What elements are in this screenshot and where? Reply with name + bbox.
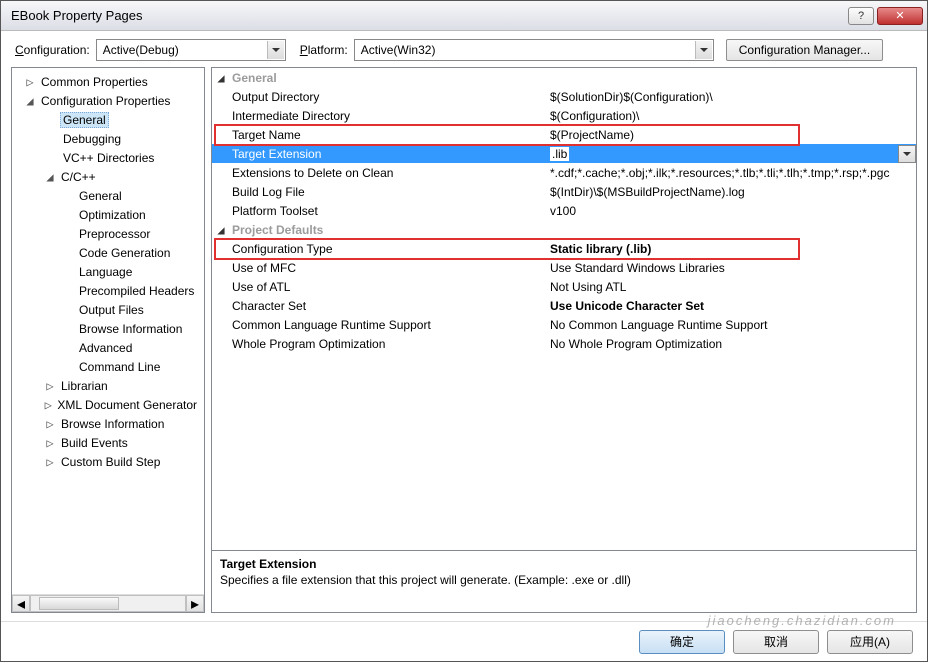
scroll-right-icon[interactable]: ▸ <box>186 595 204 612</box>
grid-row-character-set[interactable]: Character SetUse Unicode Character Set <box>212 296 916 315</box>
tree-item-browse-info[interactable]: Browse Information <box>12 319 204 338</box>
tree-item-advanced[interactable]: Advanced <box>12 338 204 357</box>
help-description: Specifies a file extension that this pro… <box>220 573 908 587</box>
chevron-down-icon <box>695 41 712 59</box>
grid-row-configuration-type[interactable]: Configuration TypeStatic library (.lib) <box>212 239 916 258</box>
tree[interactable]: ▷Common Properties ◢Configuration Proper… <box>12 68 204 594</box>
value-dropdown-button[interactable] <box>898 145 916 163</box>
tree-item-browse-info-top[interactable]: ▷Browse Information <box>12 414 204 433</box>
grid-category-project-defaults[interactable]: ◢Project Defaults <box>212 220 916 239</box>
expand-icon[interactable]: ▷ <box>44 455 56 469</box>
property-grid: ◢General Output Directory$(SolutionDir)$… <box>211 67 917 551</box>
tree-item-librarian[interactable]: ▷Librarian <box>12 376 204 395</box>
configuration-combo[interactable]: Active(Debug) <box>96 39 286 61</box>
tree-item-common-properties[interactable]: ▷Common Properties <box>12 72 204 91</box>
collapse-icon[interactable]: ◢ <box>24 94 36 108</box>
platform-value: Active(Win32) <box>361 43 436 57</box>
tree-item-configuration-properties[interactable]: ◢Configuration Properties <box>12 91 204 110</box>
collapse-icon[interactable]: ◢ <box>212 71 230 85</box>
expand-icon[interactable]: ▷ <box>44 436 56 450</box>
tree-item-general[interactable]: General <box>12 110 204 129</box>
grid-row-whole-prog-opt[interactable]: Whole Program OptimizationNo Whole Progr… <box>212 334 916 353</box>
expand-icon[interactable]: ▷ <box>44 398 52 412</box>
help-panel: Target Extension Specifies a file extens… <box>211 551 917 613</box>
right-pane: ◢General Output Directory$(SolutionDir)$… <box>211 67 917 613</box>
tree-pane: ▷Common Properties ◢Configuration Proper… <box>11 67 205 613</box>
tree-item-preprocessor[interactable]: Preprocessor <box>12 224 204 243</box>
apply-button[interactable]: 应用(A) <box>827 630 913 654</box>
platform-label: Platform: <box>300 43 348 57</box>
grid-category-general[interactable]: ◢General <box>212 68 916 87</box>
grid-row-build-log-file[interactable]: Build Log File$(IntDir)\$(MSBuildProject… <box>212 182 916 201</box>
window-buttons: ? ✕ <box>848 7 923 25</box>
chevron-down-icon <box>267 41 284 59</box>
configuration-label: CConfiguration:onfiguration: <box>15 43 90 57</box>
tree-item-code-generation[interactable]: Code Generation <box>12 243 204 262</box>
grid-row-output-directory[interactable]: Output Directory$(SolutionDir)$(Configur… <box>212 87 916 106</box>
grid-row-target-extension[interactable]: Target Extension.lib <box>212 144 916 163</box>
tree-item-debugging[interactable]: Debugging <box>12 129 204 148</box>
expand-icon[interactable]: ▷ <box>44 417 56 431</box>
expand-icon[interactable]: ▷ <box>24 75 36 89</box>
help-button[interactable]: ? <box>848 7 874 25</box>
scroll-left-icon[interactable]: ◂ <box>12 595 30 612</box>
configuration-value: Active(Debug) <box>103 43 179 57</box>
window-title: EBook Property Pages <box>11 8 143 23</box>
tree-item-custom-build-step[interactable]: ▷Custom Build Step <box>12 452 204 471</box>
tree-item-build-events[interactable]: ▷Build Events <box>12 433 204 452</box>
tree-horizontal-scrollbar[interactable]: ◂ ▸ <box>12 594 204 612</box>
tree-item-output-files[interactable]: Output Files <box>12 300 204 319</box>
grid-row-intermediate-directory[interactable]: Intermediate Directory$(Configuration)\ <box>212 106 916 125</box>
body: ▷Common Properties ◢Configuration Proper… <box>1 67 927 621</box>
configuration-manager-button[interactable]: Configuration Manager... <box>726 39 883 61</box>
target-extension-input[interactable]: .lib <box>550 147 569 161</box>
grid-row-platform-toolset[interactable]: Platform Toolsetv100 <box>212 201 916 220</box>
tree-item-ccpp[interactable]: ◢C/C++ <box>12 167 204 186</box>
grid-body: ◢General Output Directory$(SolutionDir)$… <box>212 68 916 550</box>
tree-item-ccpp-general[interactable]: General <box>12 186 204 205</box>
titlebar: EBook Property Pages ? ✕ <box>1 1 927 31</box>
close-button[interactable]: ✕ <box>877 7 923 25</box>
config-bar: CConfiguration:onfiguration: Active(Debu… <box>1 31 927 67</box>
tree-item-command-line[interactable]: Command Line <box>12 357 204 376</box>
tree-item-language[interactable]: Language <box>12 262 204 281</box>
platform-combo[interactable]: Active(Win32) <box>354 39 714 61</box>
property-pages-window: EBook Property Pages ? ✕ CConfiguration:… <box>0 0 928 662</box>
grid-row-extensions-delete[interactable]: Extensions to Delete on Clean*.cdf;*.cac… <box>212 163 916 182</box>
tree-item-vcpp-directories[interactable]: VC++ Directories <box>12 148 204 167</box>
grid-row-target-name[interactable]: Target Name$(ProjectName) <box>212 125 916 144</box>
collapse-icon[interactable]: ◢ <box>44 170 56 184</box>
grid-row-use-of-mfc[interactable]: Use of MFCUse Standard Windows Libraries <box>212 258 916 277</box>
help-title: Target Extension <box>220 557 908 571</box>
scroll-thumb[interactable] <box>39 597 119 610</box>
cancel-button[interactable]: 取消 <box>733 630 819 654</box>
grid-row-use-of-atl[interactable]: Use of ATLNot Using ATL <box>212 277 916 296</box>
scroll-track[interactable] <box>30 595 186 612</box>
expand-icon[interactable]: ▷ <box>44 379 56 393</box>
tree-item-xml-doc[interactable]: ▷XML Document Generator <box>12 395 204 414</box>
ok-button[interactable]: 确定 <box>639 630 725 654</box>
collapse-icon[interactable]: ◢ <box>212 223 230 237</box>
watermark-text: jiaocheng.chazidian.com <box>708 613 896 628</box>
tree-item-pch[interactable]: Precompiled Headers <box>12 281 204 300</box>
grid-row-clr-support[interactable]: Common Language Runtime SupportNo Common… <box>212 315 916 334</box>
tree-item-optimization[interactable]: Optimization <box>12 205 204 224</box>
